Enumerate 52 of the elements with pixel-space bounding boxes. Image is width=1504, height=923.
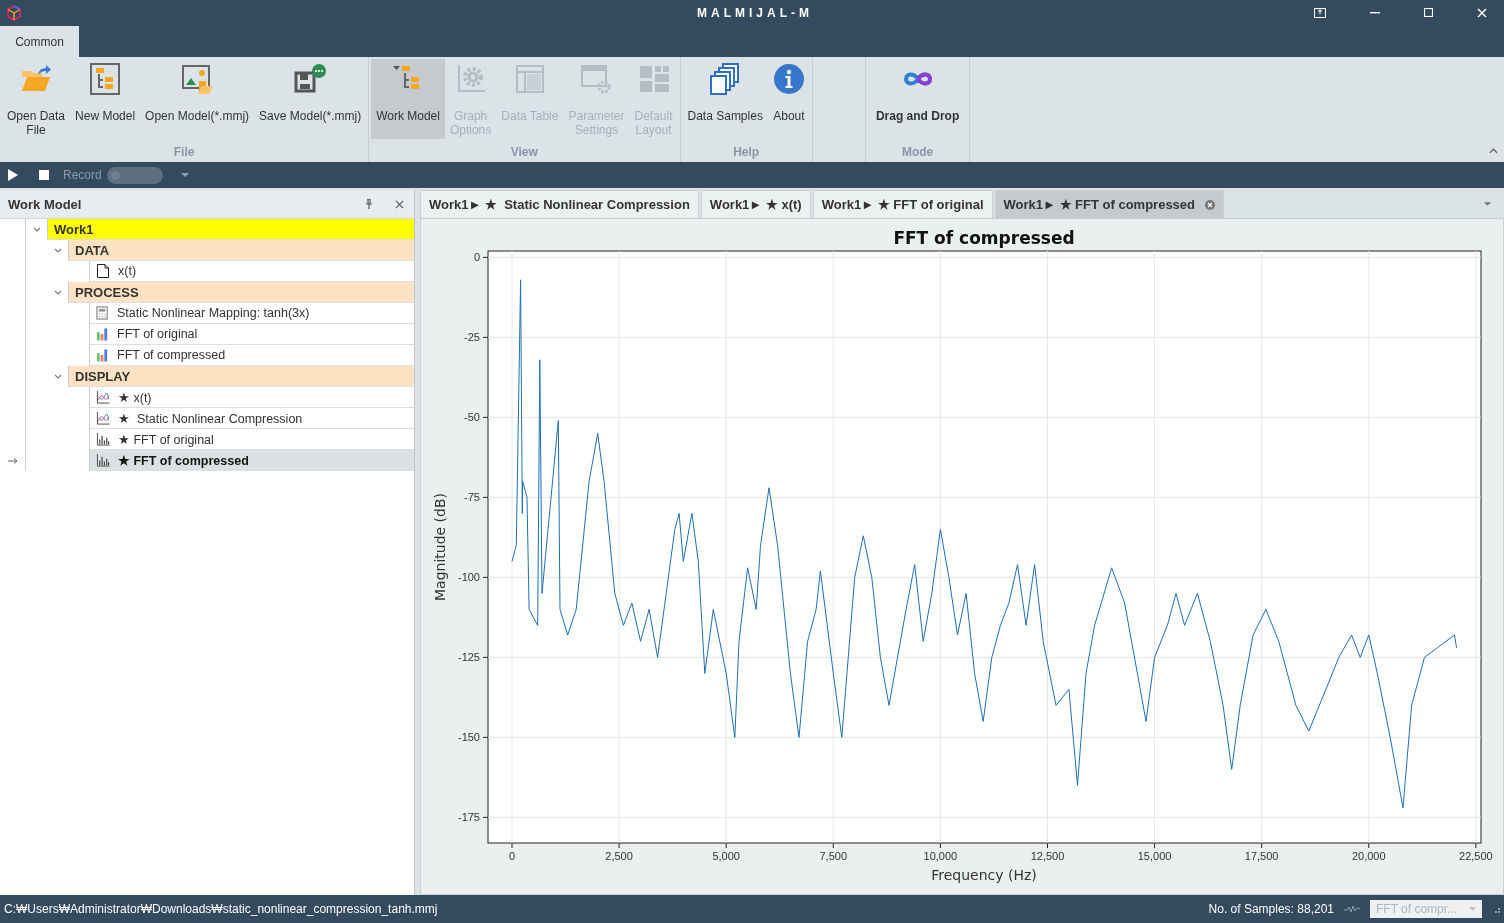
x-tick-label: 17,500 bbox=[1244, 850, 1279, 862]
x-tick-label: 5,000 bbox=[712, 850, 740, 862]
y-tick-label: -25 bbox=[464, 331, 480, 344]
y-tick-label: -150 bbox=[457, 731, 480, 744]
document-tab[interactable]: Work1► ★ x(t) bbox=[700, 190, 811, 218]
ribbon-group-label: File bbox=[172, 144, 196, 161]
x-tick-label: 7,500 bbox=[819, 850, 848, 862]
file-path: C:₩Users₩Administrator₩Downloads₩static_nonlinear_compression_tanh.mmj bbox=[4, 902, 438, 916]
y-tick-label: -75 bbox=[464, 491, 480, 504]
y-tick-label: -125 bbox=[457, 651, 480, 664]
ribbon-group-label: Help bbox=[732, 144, 761, 161]
tree-item[interactable]: ★ Static Nonlinear Compression bbox=[89, 408, 414, 429]
x-tick-label: 12,500 bbox=[1030, 850, 1065, 862]
ribbon-button[interactable]: New Model bbox=[70, 59, 141, 139]
sample-count: No. of Samples: 88,201 bbox=[1208, 902, 1334, 916]
y-tick-label: -50 bbox=[464, 411, 480, 424]
tree-item[interactable]: FFT of original bbox=[89, 324, 414, 345]
ribbon-button[interactable]: Drag and Drop bbox=[867, 59, 968, 139]
tree-item[interactable]: DATA bbox=[68, 240, 414, 261]
panel-title: Work Model bbox=[8, 196, 83, 212]
ribbon-button[interactable]: Open Data File bbox=[2, 59, 71, 139]
x-axis-label: Frequency (Hz) bbox=[931, 867, 1037, 883]
tree-item[interactable]: PROCESS bbox=[68, 282, 414, 303]
ribbon-button[interactable]: Data Samples bbox=[682, 59, 768, 139]
window-title: MALMIJAL-M bbox=[697, 5, 813, 20]
tree-item[interactable]: DISPLAY bbox=[68, 366, 414, 387]
tree-item[interactable]: ★ FFT of compressed bbox=[89, 450, 414, 471]
ribbon-button[interactable]: About bbox=[767, 59, 810, 139]
y-tick-label: -100 bbox=[457, 571, 480, 584]
chart-title: FFT of compressed bbox=[893, 228, 1075, 248]
ribbon-button[interactable]: Save Model(*.mmj) bbox=[254, 59, 367, 139]
tree-item[interactable]: Work1 bbox=[47, 219, 414, 240]
document-tab[interactable]: Work1► ★ Static Nonlinear Compression bbox=[420, 190, 699, 218]
tree-item[interactable]: Static Nonlinear Mapping: tanh(3x) bbox=[89, 303, 414, 324]
x-tick-label: 0 bbox=[508, 850, 516, 862]
ribbon-tab[interactable]: Common bbox=[0, 26, 79, 57]
x-tick-label: 2,500 bbox=[605, 850, 633, 862]
y-tick-label: -175 bbox=[457, 811, 480, 824]
x-tick-label: 22,500 bbox=[1459, 850, 1493, 862]
record-label: Record bbox=[63, 168, 102, 182]
y-tick-label: 0 bbox=[473, 251, 480, 264]
ribbon-button[interactable]: Open Model(*.mmj) bbox=[140, 59, 255, 139]
y-axis-label: Magnitude (dB) bbox=[432, 493, 448, 601]
ribbon-group-label: View bbox=[509, 144, 539, 161]
document-tab[interactable]: Work1► ★ FFT of original bbox=[812, 190, 993, 218]
tree-item[interactable]: ★ x(t) bbox=[89, 387, 414, 408]
ribbon-button[interactable]: Work Model bbox=[371, 59, 445, 139]
x-tick-label: 10,000 bbox=[923, 850, 958, 862]
ribbon-group-label: Mode bbox=[900, 144, 935, 161]
x-tick-label: 20,000 bbox=[1351, 850, 1386, 862]
x-tick-label: 15,000 bbox=[1137, 850, 1172, 862]
document-tab[interactable]: Work1► ★ FFT of compressed bbox=[994, 190, 1225, 218]
